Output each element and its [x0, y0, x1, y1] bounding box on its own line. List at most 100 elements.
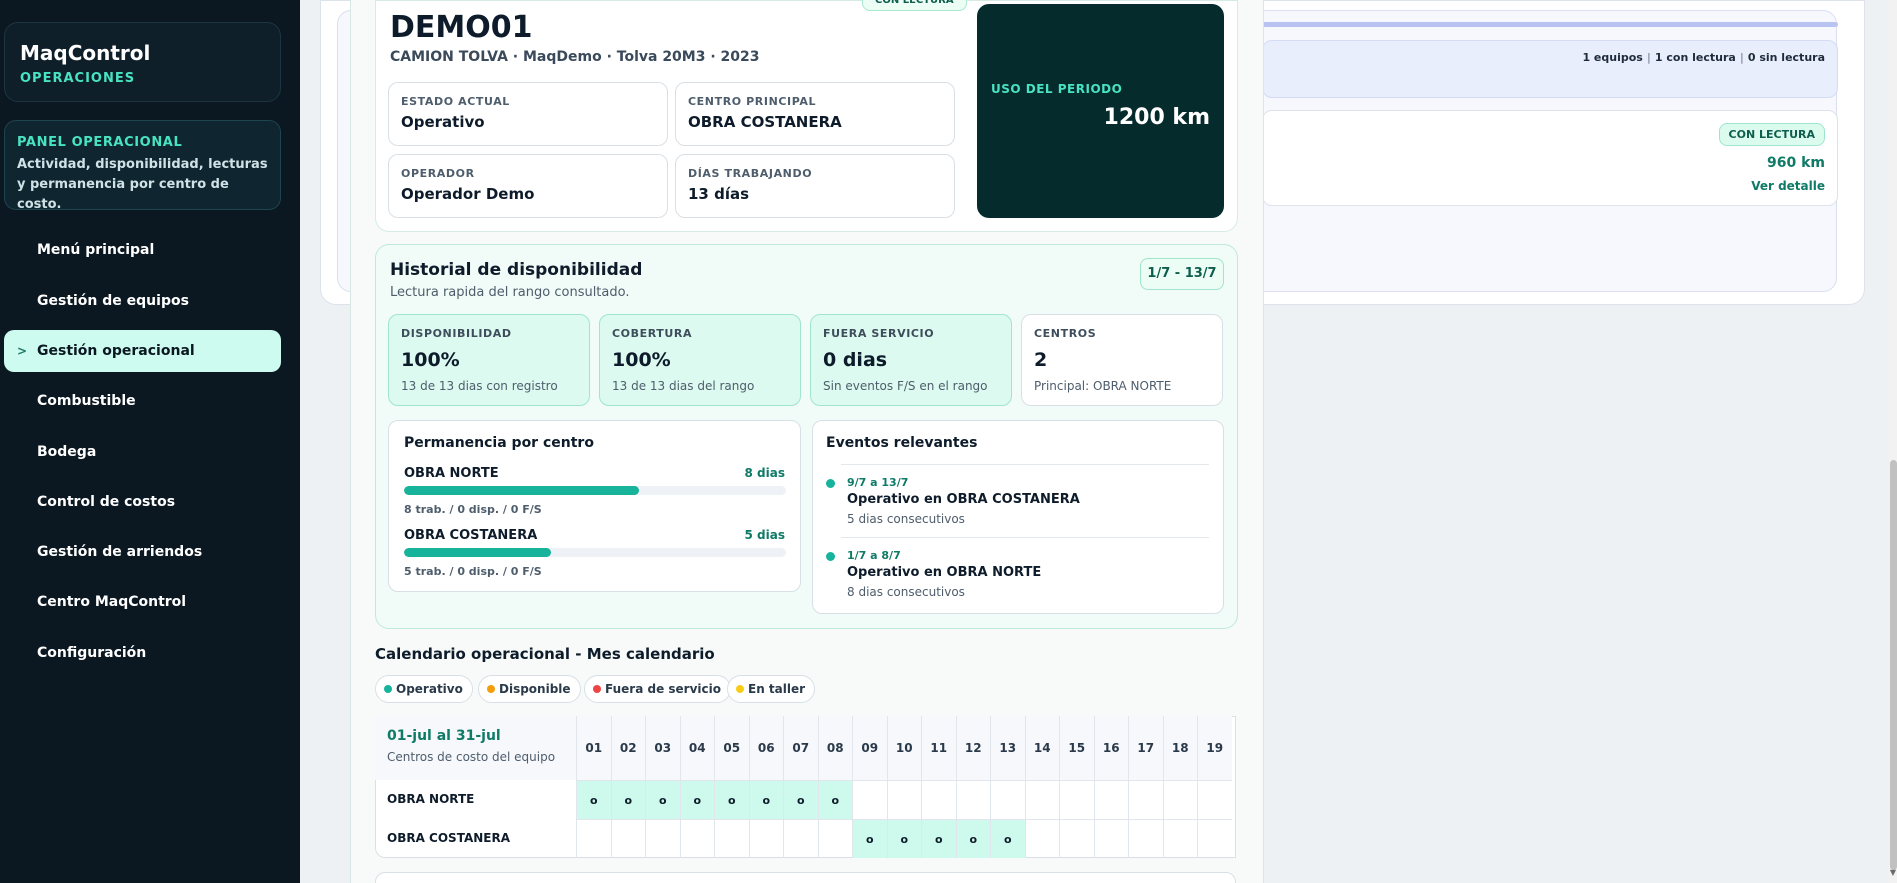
- permanence-bar-fill: [404, 486, 639, 495]
- calendar-day-cell[interactable]: [1024, 819, 1059, 858]
- kpi-value: 100%: [612, 349, 671, 371]
- calendar-day-cell[interactable]: [1197, 819, 1232, 858]
- event-title: Operativo en OBRA COSTANERA: [847, 492, 1080, 507]
- calendar-day-header: 14: [1024, 716, 1059, 780]
- calendar-day-cell[interactable]: [679, 819, 714, 858]
- calendar-day-cell[interactable]: [1093, 819, 1128, 858]
- events-title: Eventos relevantes: [826, 435, 978, 451]
- calendar-day-cell[interactable]: [817, 819, 852, 858]
- panel-title: PANEL OPERACIONAL: [17, 135, 183, 150]
- legend-label: Disponible: [499, 682, 571, 696]
- scrollbar-thumb[interactable]: [1890, 460, 1897, 870]
- nav-gestion-operacional[interactable]: > Gestión operacional: [4, 330, 281, 372]
- calendar-day-cell[interactable]: o: [783, 780, 818, 819]
- status-dot-icon: [593, 685, 601, 693]
- calendar-day-cell[interactable]: [1162, 819, 1197, 858]
- usage-card: USO DEL PERIODO 1200 km: [977, 4, 1224, 218]
- separator: |: [1739, 51, 1744, 64]
- calendar-day-cell[interactable]: [921, 780, 956, 819]
- permanence-center-days: 5 dias: [744, 528, 785, 542]
- calendar-day-cell[interactable]: o: [645, 780, 680, 819]
- permanence-bar: [404, 486, 786, 495]
- event-dot-icon: [826, 552, 835, 561]
- calendar-title: Calendario operacional - Mes calendario: [375, 645, 715, 663]
- permanence-note: 8 trab. / 0 disp. / 0 F/S: [404, 503, 542, 516]
- kpi-centros: CENTROS 2 Principal: OBRA NORTE: [1021, 314, 1223, 406]
- scroll-down-arrow-icon[interactable]: ▼: [1889, 868, 1897, 880]
- brand-subtitle: OPERACIONES: [20, 71, 136, 86]
- equipment-list-item[interactable]: CON LECTURA 960 km Ver detalle: [1262, 110, 1838, 206]
- date-range-badge: 1/7 - 13/7: [1140, 258, 1224, 290]
- calendar-day-cell[interactable]: o: [921, 819, 956, 858]
- calendar-day-cell[interactable]: [1128, 780, 1163, 819]
- calendar-day-cell[interactable]: [576, 819, 611, 858]
- legend-fuera-servicio[interactable]: Fuera de servicio: [584, 675, 731, 703]
- nav-combustible[interactable]: Combustible: [4, 380, 281, 422]
- calendar-day-cell[interactable]: [990, 780, 1025, 819]
- field-value: Operativo: [401, 113, 485, 131]
- reading-status-badge: CON LECTURA: [1718, 123, 1825, 146]
- calendar-day-cell[interactable]: [748, 819, 783, 858]
- calendar-day-header: 13: [990, 716, 1025, 780]
- calendar-day-cell[interactable]: o: [576, 780, 611, 819]
- event-dot-icon: [826, 479, 835, 488]
- calendar-day-cell[interactable]: o: [817, 780, 852, 819]
- field-label: CENTRO PRINCIPAL: [688, 95, 817, 108]
- calendar-day-cell[interactable]: [886, 780, 921, 819]
- calendar-row-label: OBRA COSTANERA: [387, 831, 511, 845]
- calendar-day-cell[interactable]: [852, 780, 887, 819]
- calendar-day-cell[interactable]: [1059, 780, 1094, 819]
- field-centro-principal: CENTRO PRINCIPAL OBRA COSTANERA: [675, 82, 955, 146]
- legend-en-taller[interactable]: En taller: [727, 675, 816, 703]
- legend-disponible[interactable]: Disponible: [478, 675, 581, 703]
- nav-gestion-arriendos[interactable]: Gestión de arriendos: [4, 531, 281, 573]
- calendar-day-cell[interactable]: o: [955, 819, 990, 858]
- active-caret-icon: >: [17, 344, 28, 358]
- kpi-value: 100%: [401, 349, 460, 371]
- calendar-day-cell[interactable]: o: [714, 780, 749, 819]
- calendar-day-header: 01: [576, 716, 611, 780]
- field-label: DÍAS TRABAJANDO: [688, 167, 813, 180]
- legend-operativo[interactable]: Operativo: [375, 675, 473, 703]
- nav-centro-maqcontrol[interactable]: Centro MaqControl: [4, 581, 281, 623]
- kpi-fuera-servicio: FUERA SERVICIO 0 dias Sin eventos F/S en…: [810, 314, 1012, 406]
- calendar-day-cell[interactable]: [1162, 780, 1197, 819]
- sidebar: MaqControl OPERACIONES PANEL OPERACIONAL…: [0, 0, 300, 883]
- calendar-day-cell[interactable]: o: [886, 819, 921, 858]
- nav-configuracion[interactable]: Configuración: [4, 632, 281, 674]
- calendar-day-cell[interactable]: o: [679, 780, 714, 819]
- calendar-day-cell[interactable]: [1128, 819, 1163, 858]
- permanence-note: 5 trab. / 0 disp. / 0 F/S: [404, 565, 542, 578]
- field-value: 13 días: [688, 185, 750, 203]
- calendar-day-cell[interactable]: o: [990, 819, 1025, 858]
- kpi-cobertura: COBERTURA 100% 13 de 13 dias del rango: [599, 314, 801, 406]
- event-divider: [841, 464, 1209, 465]
- field-estado-actual: ESTADO ACTUAL Operativo: [388, 82, 668, 146]
- nav-menu-principal[interactable]: Menú principal: [4, 229, 281, 271]
- next-section-card: [375, 872, 1236, 883]
- status-dot-icon: [384, 685, 392, 693]
- calendar-day-cell[interactable]: [955, 780, 990, 819]
- calendar-day-cell[interactable]: [645, 819, 680, 858]
- usage-value: 1200 km: [1103, 105, 1210, 130]
- view-detail-link[interactable]: Ver detalle: [1751, 179, 1825, 193]
- nav-control-costos[interactable]: Control de costos: [4, 481, 281, 523]
- calendar-day-cell[interactable]: [1197, 780, 1232, 819]
- nav-gestion-equipos[interactable]: Gestión de equipos: [4, 280, 281, 322]
- calendar-day-cell[interactable]: o: [852, 819, 887, 858]
- kpi-label: CENTROS: [1034, 327, 1097, 340]
- calendar-day-cell[interactable]: o: [610, 780, 645, 819]
- calendar-day-cell[interactable]: [1024, 780, 1059, 819]
- calendar-day-cell[interactable]: [1059, 819, 1094, 858]
- calendar-day-cell[interactable]: o: [748, 780, 783, 819]
- calendar-day-cell[interactable]: [783, 819, 818, 858]
- calendar-day-cell[interactable]: [1093, 780, 1128, 819]
- field-dias-trabajando: DÍAS TRABAJANDO 13 días: [675, 154, 955, 218]
- nav-bodega[interactable]: Bodega: [4, 431, 281, 473]
- calendar-day-cell[interactable]: [610, 819, 645, 858]
- equipment-code: DEMO01: [390, 10, 533, 45]
- kpi-value: 0 dias: [823, 349, 888, 371]
- nav-label: Gestión operacional: [37, 343, 195, 359]
- calendar-day-cell[interactable]: [714, 819, 749, 858]
- progress-strip: [1262, 22, 1838, 27]
